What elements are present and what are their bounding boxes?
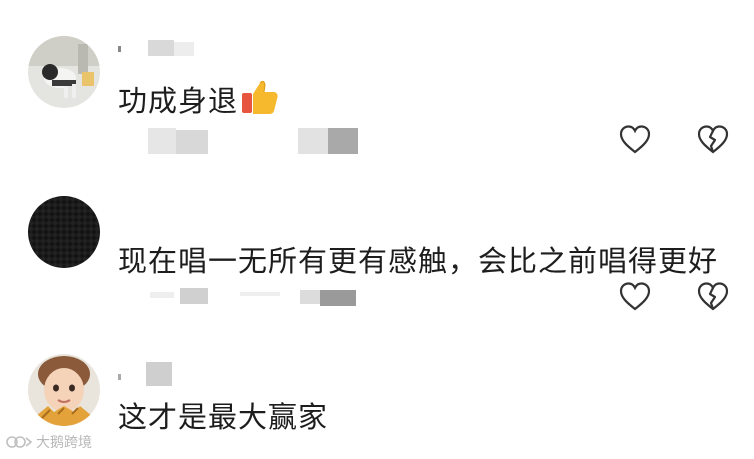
broken-heart-icon[interactable] — [696, 123, 730, 157]
heart-outline-icon[interactable] — [618, 123, 652, 157]
avatar[interactable] — [28, 354, 100, 426]
comment-text: 这才是最大赢家 — [118, 400, 329, 434]
thumbs-up-emoji — [240, 79, 280, 117]
comment-text: 现在唱一无所有更有感触，会比之前唱得更好 — [118, 244, 719, 278]
comment-meta-blurred — [148, 128, 360, 154]
watermark-text: 大鹅跨境 — [36, 435, 92, 451]
comment-feed: 功成身退 现在唱一无所有更有感触，会比之前唱得更好 这才是最大赢家 大鹅跨境 — [0, 0, 754, 459]
avatar[interactable] — [28, 196, 100, 268]
comment-meta-blurred — [150, 286, 362, 308]
broken-heart-icon[interactable] — [696, 280, 730, 314]
username-blurred[interactable] — [118, 362, 182, 386]
watermark: 大鹅跨境 — [6, 432, 92, 452]
watermark-logo-icon — [6, 434, 32, 450]
comment-text: 功成身退 — [118, 78, 280, 120]
heart-outline-icon[interactable] — [618, 280, 652, 314]
avatar[interactable] — [28, 36, 100, 108]
username-blurred[interactable] — [118, 40, 208, 56]
